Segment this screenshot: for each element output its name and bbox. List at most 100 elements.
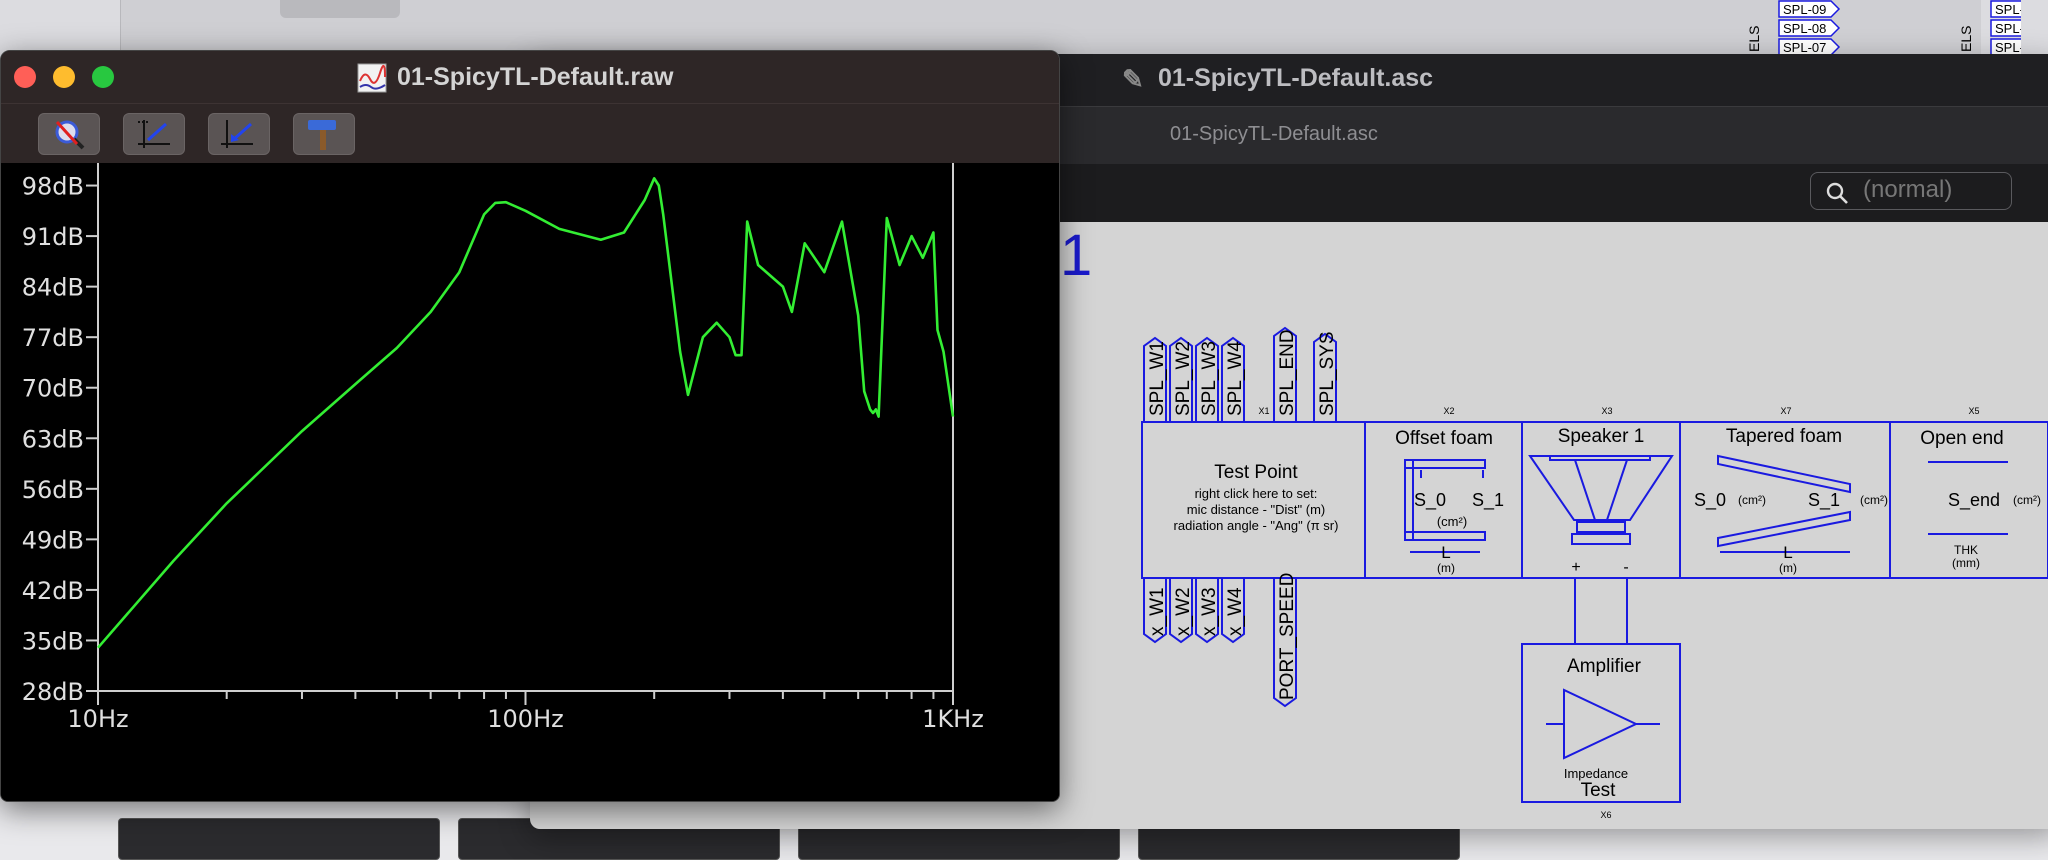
plot-area[interactable]: V(spl_sys)105dB98dB91dB84dB77dB70dB63dB5…	[1, 109, 1059, 801]
speaker-magnet	[1576, 521, 1626, 533]
y-tick-label: 56dB	[22, 476, 84, 504]
test-point-title: Test Point	[1214, 462, 1298, 483]
waveform-title: 01-SpicyTL-Default.raw	[397, 63, 674, 91]
search-placeholder: (normal)	[1863, 176, 1953, 203]
net-label-x-w4: x_W4	[1225, 587, 1246, 636]
speaker-cone	[1528, 455, 1674, 521]
speaker-cone-line	[1606, 459, 1628, 521]
amplifier-test: Test	[1581, 780, 1617, 801]
speaker-rim	[1549, 455, 1651, 461]
ref-x1: X1	[1258, 406, 1269, 416]
close-button[interactable]	[14, 66, 36, 88]
amplifier-title: Amplifier	[1567, 656, 1642, 677]
bg-spl-label: SPL-19	[1995, 2, 2021, 17]
tapered-foam-s1-unit: (cm²)	[1860, 493, 1888, 507]
x-tick-label: 100Hz	[487, 705, 563, 733]
hammer-button[interactable]	[293, 113, 355, 155]
net-label-x-w2: x_W2	[1173, 587, 1194, 636]
tapered-foam-m: (m)	[1779, 561, 1797, 575]
bg-spl-label: SPL-17	[1995, 40, 2021, 55]
waveform-file-icon	[357, 63, 387, 93]
tapered-foam-top	[1717, 454, 1851, 494]
zoom-out-button[interactable]	[38, 113, 100, 155]
net-label-spl-w2: SPL_W2	[1173, 341, 1194, 416]
ref-x7: X7	[1780, 406, 1791, 416]
offset-foam-s1: S_1	[1472, 490, 1504, 511]
offset-foam-bottom-plate	[1404, 531, 1486, 541]
background-window-edge	[280, 0, 400, 18]
waveform-titlebar[interactable]: 01-SpicyTL-Default.raw	[1, 51, 1059, 103]
test-point-line3: radiation angle - "Ang" (π sr)	[1174, 518, 1339, 533]
tapered-foam-s0-unit: (cm²)	[1738, 493, 1766, 507]
offset-foam-unit: (cm²)	[1437, 514, 1467, 529]
ref-x5: X5	[1968, 406, 1979, 416]
ref-x2: X2	[1443, 406, 1454, 416]
tapered-foam-bottom	[1717, 510, 1851, 548]
hammer-icon	[308, 120, 336, 150]
amplifier-impedance: Impedance	[1564, 766, 1628, 781]
bg-spl-label: SPL-07	[1783, 40, 1826, 55]
y-tick-label: 84dB	[22, 274, 84, 302]
offset-foam-top-plate	[1404, 459, 1486, 469]
amplifier-triangle	[1563, 688, 1639, 760]
bg-spl-label: SPL-09	[1783, 2, 1826, 17]
net-label-spl-w4: SPL_W4	[1225, 341, 1246, 416]
series-line-spl-sys	[97, 177, 955, 649]
y-tick-label: 77dB	[22, 324, 84, 352]
offset-foam-side	[1404, 459, 1414, 541]
schematic-file-icon: ✎	[1122, 64, 1144, 94]
tapered-foam-title: Tapered foam	[1726, 426, 1842, 447]
y-tick-label: 49dB	[22, 526, 84, 554]
net-label-spl-sys: SPL_SYS	[1317, 332, 1338, 417]
net-label-x-w3: x_W3	[1199, 587, 1220, 636]
bg-spl-label: SPL-08	[1783, 21, 1826, 36]
open-end-title: Open end	[1920, 428, 2003, 449]
minimize-button[interactable]	[53, 66, 75, 88]
net-label-x-w1: x_W1	[1147, 587, 1168, 636]
offset-foam-m: (m)	[1437, 561, 1455, 575]
y-tick-label: 35dB	[22, 627, 84, 655]
ref-x3: X3	[1601, 406, 1612, 416]
tapered-foam-l: L	[1783, 543, 1792, 562]
x-tick-label: 10Hz	[67, 705, 128, 733]
net-label-spl-end: SPL_END	[1277, 329, 1298, 416]
x-tick-label: 1KHz	[922, 705, 984, 733]
ref-x6: X6	[1600, 810, 1611, 820]
zoom-back-icon	[221, 120, 253, 148]
zoom-back-button[interactable]	[208, 113, 270, 155]
bg-els-label: ELS	[1746, 26, 1762, 52]
net-label-spl-w3: SPL_W3	[1199, 341, 1220, 416]
test-point-line2: mic distance - "Dist" (m)	[1187, 502, 1326, 517]
window-thumbnail[interactable]	[118, 818, 440, 860]
test-point-line1: right click here to set:	[1195, 486, 1318, 501]
net-label-port-speed: PORT_SPEED	[1277, 573, 1298, 700]
y-tick-label: 42dB	[22, 577, 84, 605]
speaker-plus: +	[1571, 559, 1580, 576]
plot-frame	[97, 134, 954, 692]
spl-chart[interactable]: V(spl_sys)105dB98dB91dB84dB77dB70dB63dB5…	[1, 109, 1059, 801]
speaker-base	[1571, 533, 1631, 545]
autorange-button[interactable]	[123, 113, 185, 155]
zoom-out-icon	[55, 120, 85, 150]
autorange-icon	[138, 120, 170, 148]
offset-foam-s0: S_0	[1414, 490, 1446, 511]
schematic-title: 01-SpicyTL-Default.asc	[1158, 64, 1434, 92]
bg-spl-label: SPL-18	[1995, 21, 2021, 36]
search-icon	[1826, 182, 1848, 204]
open-end-mm: (mm)	[1952, 556, 1980, 570]
tapered-foam-s1: S_1	[1808, 490, 1840, 511]
offset-foam-title: Offset foam	[1395, 428, 1493, 449]
background-spl-labels: SPL-09 SPL-08 SPL-07 ELS SPL-19 SPL-18 SPL-17…	[1746, 0, 2021, 56]
waveform-window[interactable]: 01-SpicyTL-Default.raw V(spl_sys	[0, 50, 1060, 802]
y-tick-label: 91dB	[22, 223, 84, 251]
y-tick-label: 70dB	[22, 375, 84, 403]
open-end-s-end: S_end	[1948, 490, 2000, 511]
speaker-minus: -	[1623, 559, 1628, 576]
tab-schematic[interactable]: 01-SpicyTL-Default.asc	[1170, 123, 1378, 146]
bg-els-label: ELS	[1958, 26, 1974, 52]
y-tick-label: 98dB	[22, 173, 84, 201]
zoom-button[interactable]	[92, 66, 114, 88]
tapered-foam-s0: S_0	[1694, 490, 1726, 511]
y-tick-label: 63dB	[22, 425, 84, 453]
search-input[interactable]: (normal)	[1810, 172, 2012, 210]
